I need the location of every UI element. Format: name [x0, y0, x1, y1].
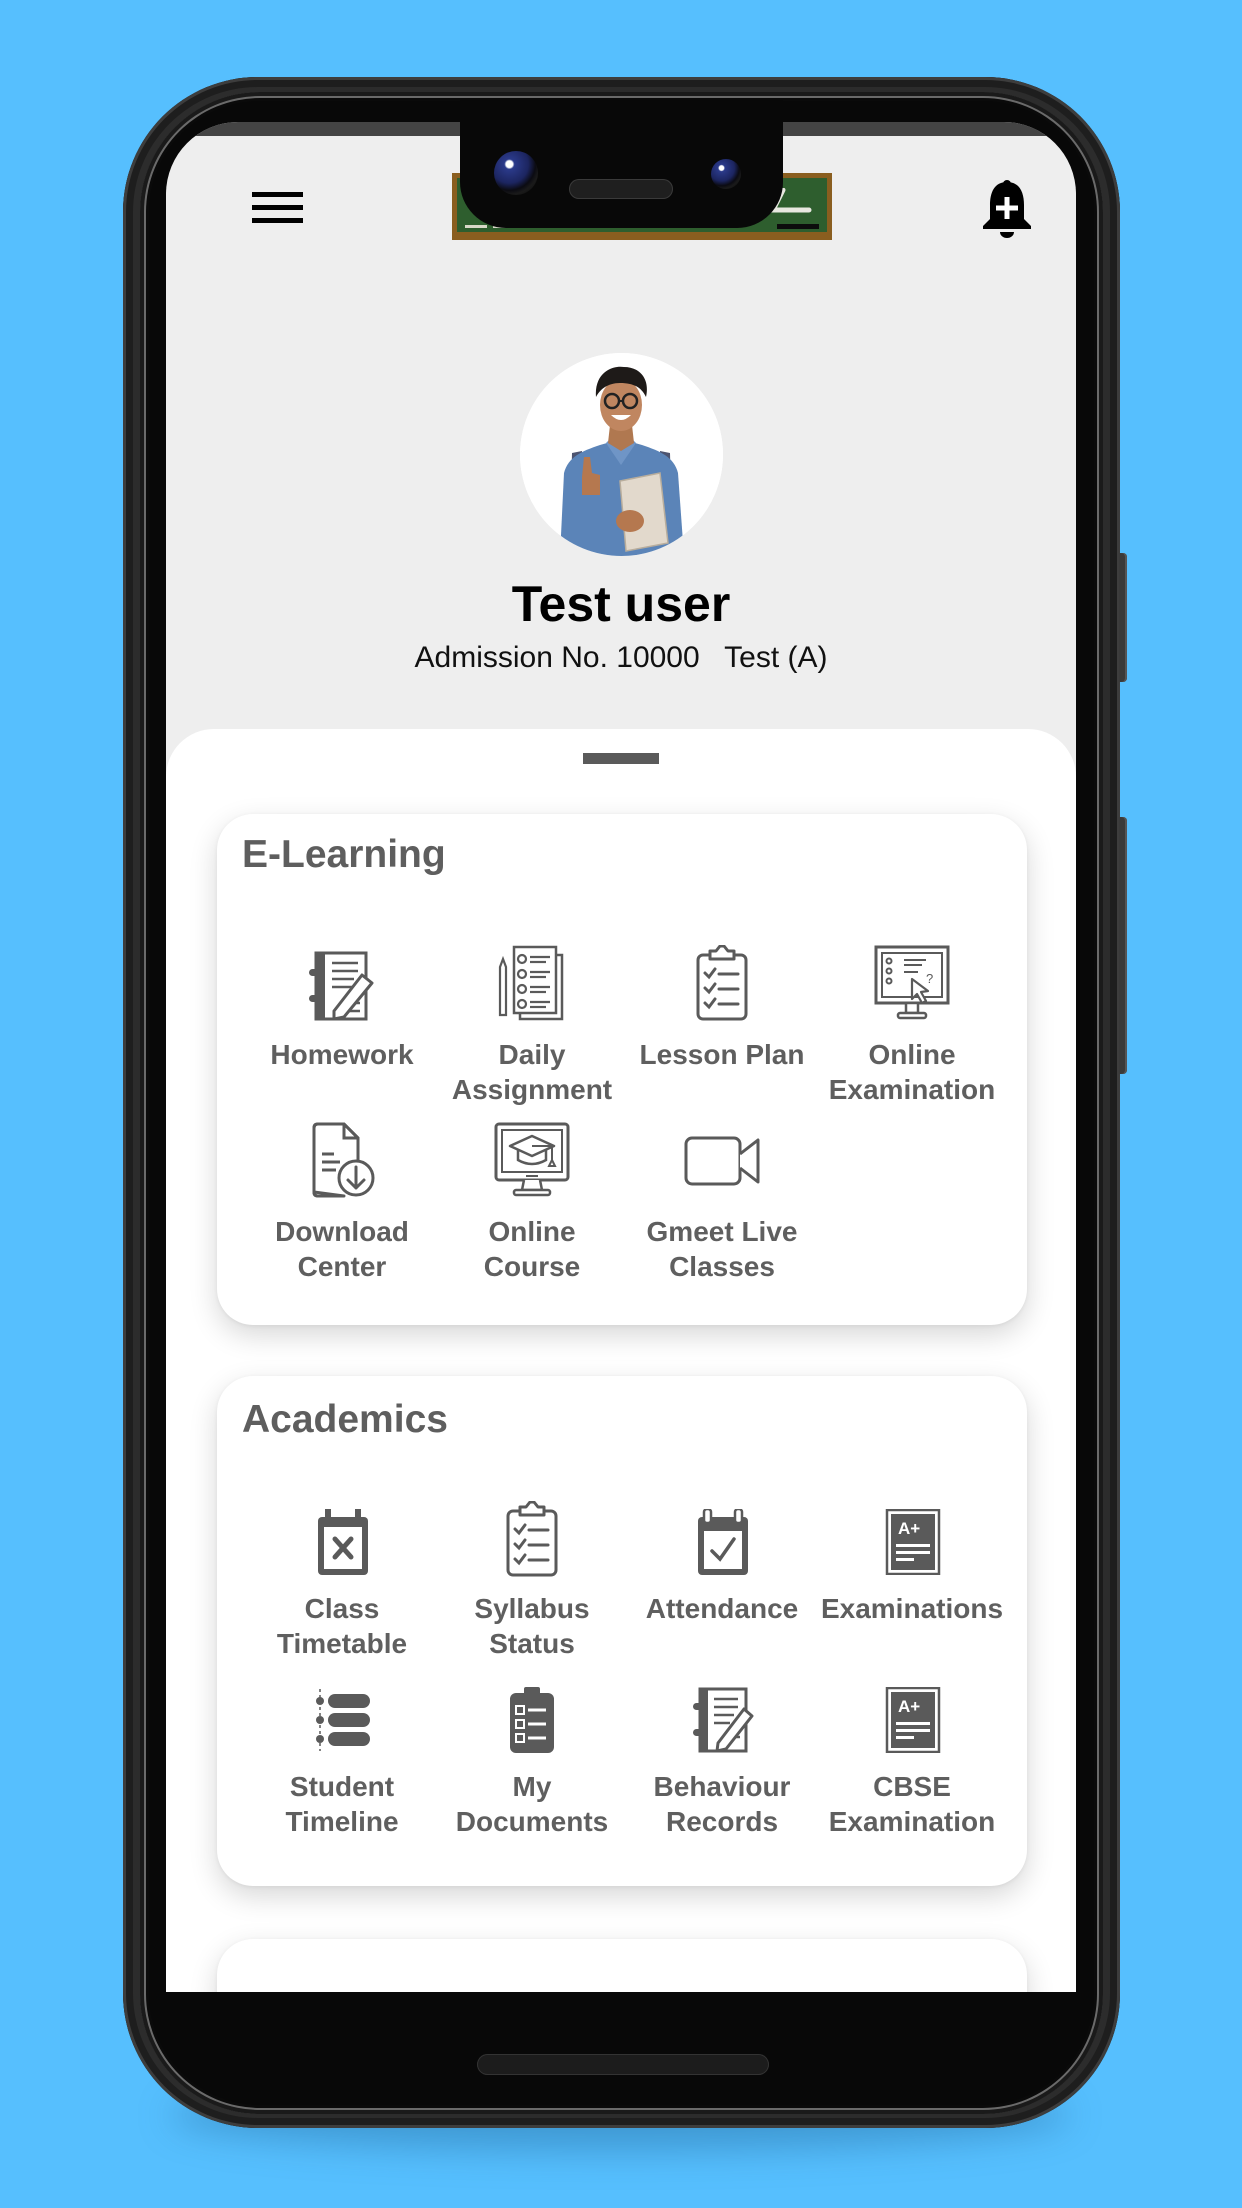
svg-text:?: ?: [926, 971, 933, 986]
section-title: E-Learning: [242, 833, 446, 876]
calendar-check-icon: [698, 1509, 748, 1575]
admission-info: Admission No. 10000 Test (A): [414, 641, 828, 674]
tile-download-center[interactable]: Download Center: [247, 1122, 437, 1284]
menu-button[interactable]: [242, 182, 312, 232]
document-download-icon: [312, 1122, 375, 1198]
clipboard-checklist-icon: [696, 945, 748, 1021]
front-sensor: [711, 159, 741, 189]
tile-lesson-plan[interactable]: Lesson Plan: [627, 945, 817, 1072]
tile-label: Homework: [270, 1039, 414, 1070]
tile-label: Class Timetable: [276, 1593, 408, 1659]
grade-report-icon: A+: [885, 1509, 941, 1575]
homework-notebook-pencil-icon: [309, 951, 374, 1021]
tile-online-examination[interactable]: ? Online Examination: [817, 945, 1007, 1107]
tile-examinations[interactable]: A+ Examinations: [817, 1509, 1007, 1626]
tile-homework[interactable]: Homework: [247, 945, 437, 1072]
tile-label: Student Timeline: [285, 1771, 399, 1837]
eraser-mark: [777, 224, 819, 229]
tile-my-documents[interactable]: My Documents: [437, 1687, 627, 1839]
tile-label: Daily Assignment: [451, 1039, 613, 1105]
monitor-quiz-icon: ?: [874, 945, 950, 1020]
calendar-x-icon: [318, 1509, 368, 1575]
checklist-document-icon: [498, 945, 564, 1021]
tile-syllabus-status[interactable]: Syllabus Status: [437, 1501, 627, 1661]
tile-label: Behaviour Records: [653, 1771, 791, 1837]
chalk-mark: [465, 225, 487, 228]
grade-report-icon: A+: [885, 1687, 941, 1753]
svg-text:A+: A+: [898, 1519, 920, 1538]
tile-label: Attendance: [645, 1593, 799, 1624]
front-camera: [494, 151, 538, 195]
tile-label: Online Examination: [828, 1039, 996, 1105]
svg-text:A+: A+: [898, 1697, 920, 1716]
tile-label: Syllabus Status: [474, 1593, 590, 1659]
student-photo-icon: [520, 353, 723, 556]
tile-label: Gmeet Live Classes: [646, 1216, 798, 1282]
tile-attendance[interactable]: Attendance: [627, 1509, 817, 1626]
bottom-speaker: [477, 2054, 769, 2075]
timeline-list-icon: [316, 1689, 370, 1751]
tile-cbse-examination[interactable]: A+ CBSE Examination: [817, 1687, 1007, 1839]
notification-button[interactable]: [976, 175, 1038, 241]
academics-section: Academics Class Timetable Syllabus Statu…: [217, 1376, 1027, 1886]
tile-student-timeline[interactable]: Student Timeline: [247, 1687, 437, 1839]
avatar[interactable]: [520, 353, 723, 556]
tile-label: Online Course: [483, 1216, 581, 1282]
tile-label: Examinations: [820, 1593, 1004, 1624]
notebook-pencil-icon: [693, 1687, 754, 1753]
tile-daily-assignment[interactable]: Daily Assignment: [437, 945, 627, 1107]
user-name: Test user: [511, 576, 731, 632]
earpiece-speaker: [569, 179, 673, 199]
tile-label: My Documents: [455, 1771, 609, 1837]
tile-class-timetable[interactable]: Class Timetable: [247, 1509, 437, 1661]
clipboard-checklist-icon: [506, 1501, 558, 1577]
clipboard-documents-icon: [510, 1687, 554, 1753]
monitor-graduation-cap-icon: [494, 1122, 570, 1197]
next-section-card: [217, 1939, 1027, 1992]
section-title: Academics: [242, 1398, 448, 1441]
tile-behaviour-records[interactable]: Behaviour Records: [627, 1687, 817, 1839]
tile-gmeet-live-classes[interactable]: Gmeet Live Classes: [627, 1122, 817, 1284]
volume-button: [1119, 817, 1127, 1074]
elearning-section: E-Learning Homework Daily Assignment Les…: [217, 814, 1027, 1325]
sheet-drag-handle[interactable]: [583, 753, 659, 764]
menu-sheet: E-Learning Homework Daily Assignment Les…: [166, 729, 1076, 1992]
tile-label: Lesson Plan: [639, 1039, 805, 1070]
tile-label: CBSE Examination: [828, 1771, 996, 1837]
tile-label: Download Center: [275, 1216, 409, 1282]
video-camera-icon: [684, 1136, 760, 1186]
power-button: [1119, 553, 1127, 682]
bell-plus-icon: [983, 180, 1031, 238]
tile-online-course[interactable]: Online Course: [437, 1122, 627, 1284]
